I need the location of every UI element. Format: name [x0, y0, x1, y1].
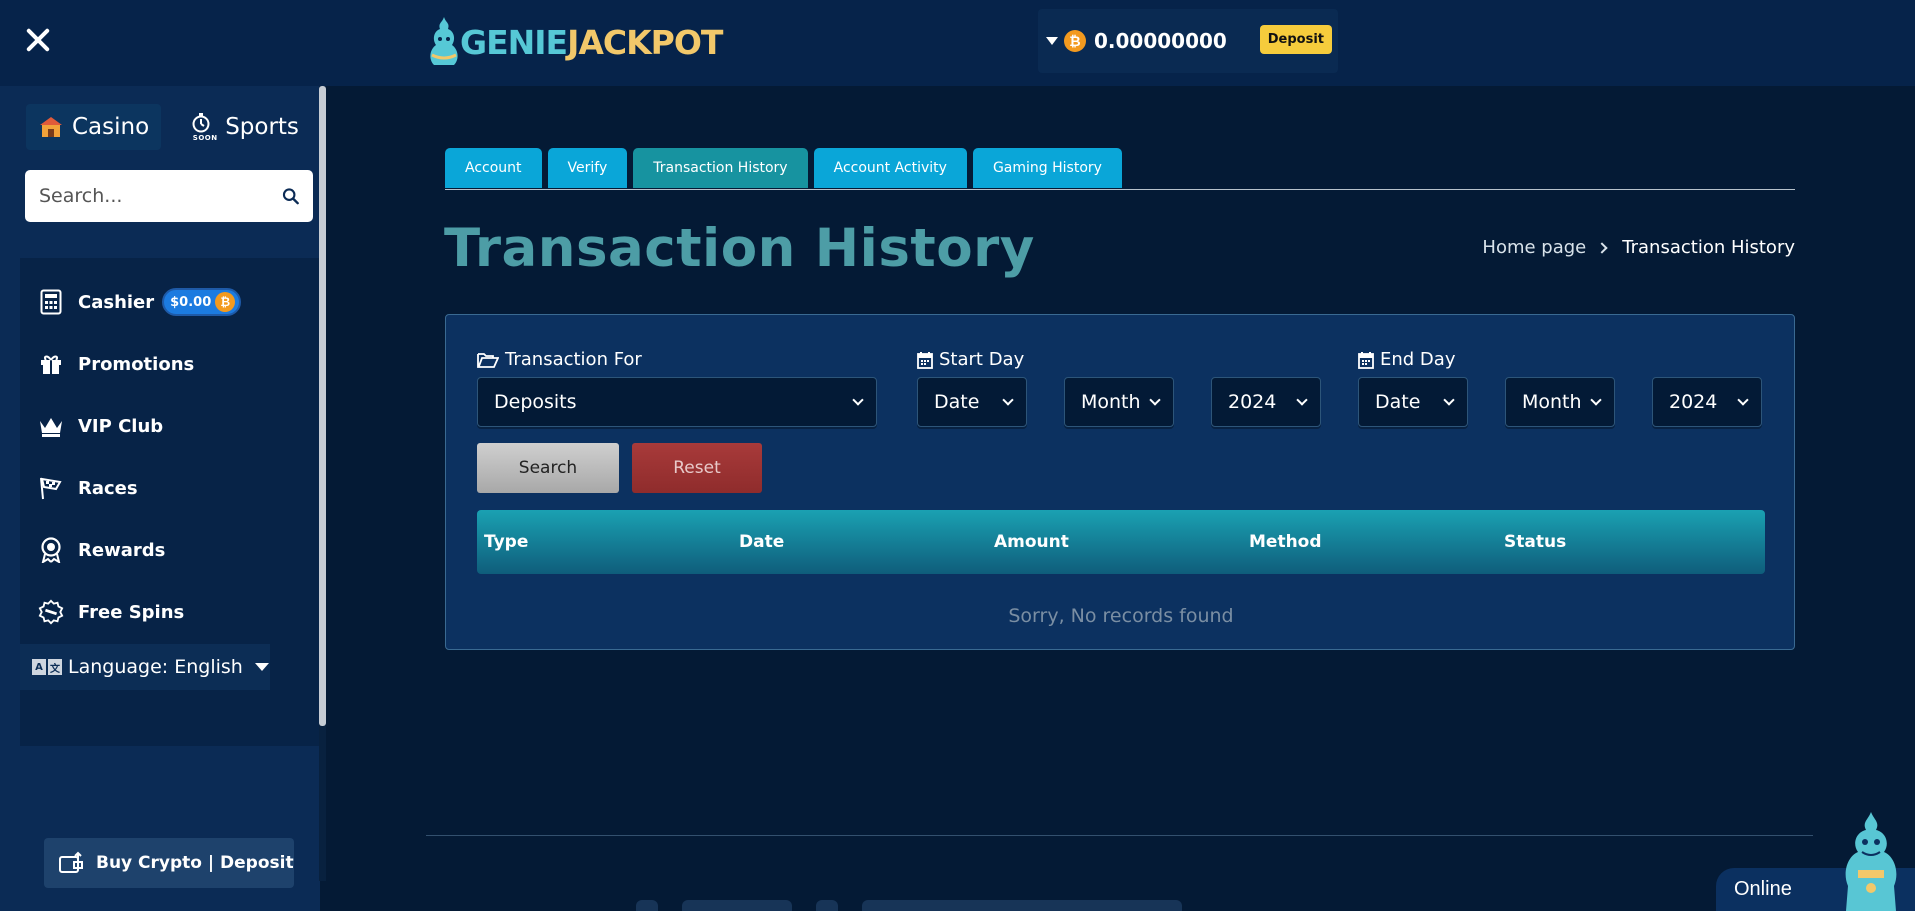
chat-status: Online — [1734, 878, 1792, 900]
sidebar-item-label: Rewards — [78, 539, 166, 561]
sidebar-tab-label: Casino — [72, 114, 150, 140]
transaction-for-select[interactable]: Deposits — [477, 377, 877, 427]
chevron-down-icon — [1443, 394, 1455, 406]
column-header-date: Date — [739, 532, 785, 552]
transaction-filter-panel: Transaction For Deposits Start Day Date … — [445, 314, 1795, 650]
deposit-button[interactable]: Deposit — [1259, 25, 1332, 54]
bitcoin-icon: ₿ — [215, 292, 236, 312]
scrollbar-thumb[interactable] — [319, 86, 326, 726]
sidebar-tab-label: Sports — [225, 114, 299, 140]
sidebar-item-label: VIP Club — [78, 415, 164, 437]
calendar-icon — [1358, 351, 1374, 369]
start-year-select[interactable]: 2024 — [1211, 377, 1321, 427]
tab-account-activity[interactable]: Account Activity — [813, 148, 967, 188]
tab-gaming-history[interactable]: Gaming History — [972, 148, 1122, 188]
reset-button[interactable]: Reset — [632, 443, 762, 493]
start-month-select[interactable]: Month — [1064, 377, 1174, 427]
chevron-down-icon — [1002, 394, 1014, 406]
sidebar-item-promotions[interactable]: Promotions — [38, 346, 194, 382]
search-button[interactable]: Search — [477, 443, 619, 493]
chevron-down-icon — [1149, 394, 1161, 406]
end-date-select[interactable]: Date — [1358, 377, 1468, 427]
breadcrumb-current: Transaction History — [1622, 237, 1795, 258]
free-spins-icon — [38, 599, 64, 625]
start-date-select[interactable]: Date — [917, 377, 1027, 427]
folder-open-icon — [477, 352, 499, 368]
column-header-status: Status — [1504, 532, 1567, 552]
footer-divider — [426, 835, 1813, 836]
breadcrumb-home-link[interactable]: Home page — [1482, 237, 1586, 258]
sidebar: Casino SOON Sports Search... Cashier $0.… — [0, 86, 320, 911]
genie-mascot-icon[interactable] — [1836, 810, 1906, 911]
transaction-for-label: Transaction For — [477, 349, 642, 370]
end-month-select[interactable]: Month — [1505, 377, 1615, 427]
tab-transaction-history[interactable]: Transaction History — [633, 148, 808, 188]
top-bar: GENIEJACKPOT ₿ 0.00000000 Deposit — [0, 0, 1915, 86]
tabs-divider — [445, 189, 1795, 190]
genie-logo-icon — [430, 17, 458, 65]
soon-badge: SOON — [191, 112, 219, 142]
logo-text: GENIEJACKPOT — [460, 22, 723, 62]
translate-icon: A文 — [32, 659, 62, 675]
wallet-balance[interactable]: ₿ 0.00000000 Deposit — [1038, 9, 1338, 73]
buy-crypto-button[interactable]: Buy Crypto | Deposit — [44, 838, 294, 888]
chevron-down-icon — [1296, 394, 1308, 406]
chevron-down-icon — [1737, 394, 1749, 406]
sidebar-item-rewards[interactable]: Rewards — [38, 532, 165, 568]
search-icon[interactable] — [282, 183, 299, 209]
language-selector[interactable]: A文 Language: English — [20, 644, 270, 690]
sidebar-item-label: Races — [78, 477, 138, 499]
gift-icon — [41, 355, 61, 374]
sidebar-item-vip-club[interactable]: VIP Club — [38, 408, 163, 444]
soon-label: SOON — [192, 133, 218, 142]
tab-verify[interactable]: Verify — [547, 148, 628, 188]
search-input[interactable] — [39, 185, 282, 207]
calendar-icon — [917, 351, 933, 369]
bitcoin-icon: ₿ — [1064, 30, 1086, 52]
caret-down-icon — [254, 663, 269, 671]
sidebar-item-label: Cashier — [78, 291, 155, 313]
table-header: Type Date Amount Method Status — [477, 510, 1765, 574]
sidebar-item-label: Promotions — [78, 353, 195, 375]
sidebar-item-free-spins[interactable]: Free Spins — [38, 594, 184, 630]
footer-partial-content — [636, 900, 1196, 911]
sidebar-item-label: Free Spins — [78, 601, 185, 623]
sidebar-item-races[interactable]: Races — [38, 470, 138, 506]
race-flag-icon — [40, 477, 62, 500]
language-label: Language: English — [68, 656, 243, 678]
sidebar-item-cashier[interactable]: Cashier $0.00 ₿ — [38, 284, 242, 320]
sidebar-tabs: Casino SOON Sports — [26, 104, 311, 150]
award-badge-icon — [41, 537, 61, 563]
column-header-method: Method — [1249, 532, 1322, 552]
chevron-down-icon — [1590, 394, 1602, 406]
balance-amount: 0.00000000 — [1094, 29, 1227, 53]
start-day-label: Start Day — [917, 349, 1024, 370]
calculator-icon — [40, 289, 62, 315]
stopwatch-icon — [192, 112, 210, 132]
casino-icon — [40, 117, 62, 137]
end-year-select[interactable]: 2024 — [1652, 377, 1762, 427]
chevron-down-icon[interactable] — [1046, 37, 1058, 45]
column-header-amount: Amount — [994, 532, 1069, 552]
wallet-icon — [59, 851, 83, 873]
chevron-down-icon — [852, 394, 864, 406]
buy-crypto-section: Buy Crypto | Deposit — [0, 816, 320, 911]
sidebar-tab-sports[interactable]: SOON Sports — [179, 104, 311, 150]
column-header-type: Type — [484, 532, 529, 552]
breadcrumb: Home page Transaction History — [1482, 237, 1795, 258]
empty-table-message: Sorry, No records found — [1008, 605, 1234, 627]
crown-icon — [40, 418, 62, 437]
tab-account[interactable]: Account — [445, 148, 542, 188]
cashier-balance-badge: $0.00 ₿ — [162, 288, 242, 316]
sidebar-tab-casino[interactable]: Casino — [26, 104, 162, 150]
buy-crypto-label: Buy Crypto | Deposit — [96, 853, 294, 873]
page-title: Transaction History — [444, 218, 1035, 279]
search-box[interactable] — [25, 170, 313, 222]
close-menu-button[interactable] — [22, 24, 54, 56]
account-tabs: Account Verify Transaction History Accou… — [445, 148, 1122, 188]
chevron-right-icon — [1596, 241, 1608, 254]
end-day-label: End Day — [1358, 349, 1455, 370]
logo[interactable]: GENIEJACKPOT — [424, 14, 723, 70]
sidebar-scrollbar[interactable] — [319, 86, 326, 881]
